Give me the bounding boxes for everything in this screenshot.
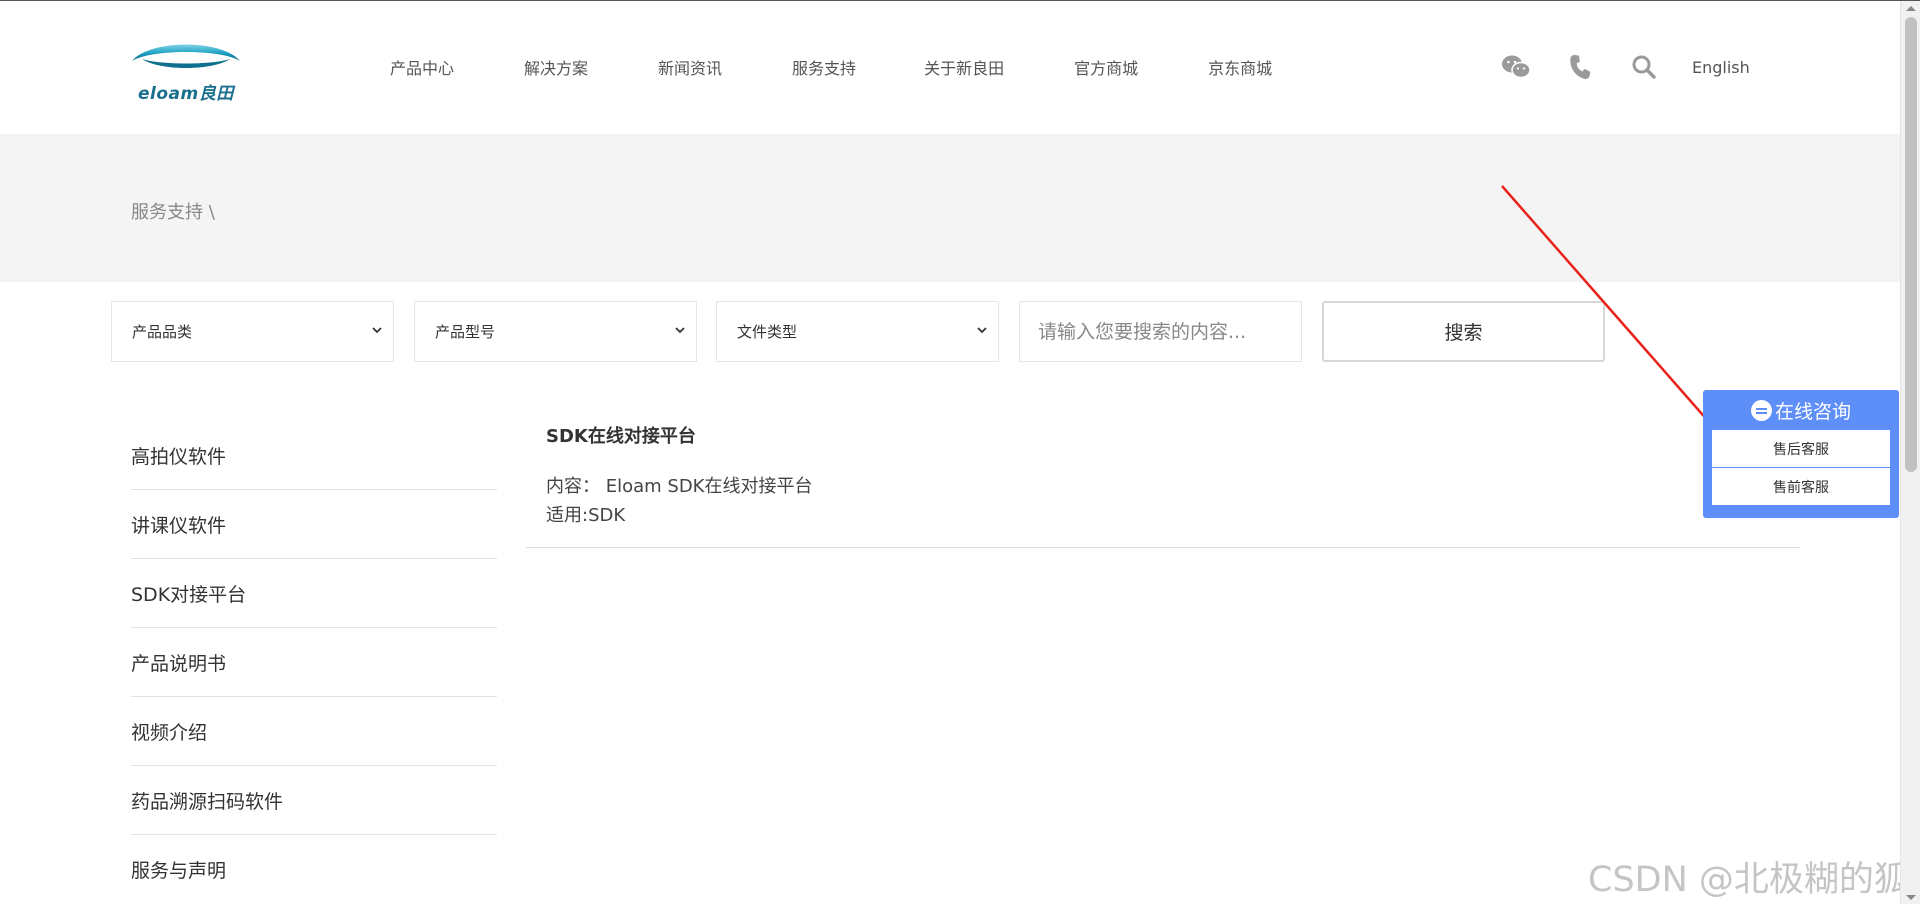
result-title[interactable]: SDK在线对接平台 — [546, 422, 1780, 448]
chevron-down-icon — [977, 327, 987, 334]
logo-mark-icon — [132, 44, 240, 68]
nav-support[interactable]: 服务支持 — [792, 55, 856, 79]
file-type-select-value: 文件类型 — [737, 323, 798, 341]
consult-title: 在线咨询 — [1774, 400, 1851, 423]
nav-about[interactable]: 关于新良田 — [924, 55, 1004, 79]
page-banner: 服务支持 \ — [0, 134, 1900, 282]
sidebar-item-scanner-software[interactable]: 高拍仪软件 — [131, 421, 497, 490]
sidebar-item-drug-trace-software[interactable]: 药品溯源扫码软件 — [131, 766, 497, 835]
result-applies: 适用:SDK — [546, 505, 626, 526]
nav-official-store[interactable]: 官方商城 — [1074, 55, 1138, 79]
category-select[interactable]: 产品品类 — [111, 301, 394, 362]
logo-text: eloam良田 — [138, 84, 234, 104]
header-tools: English — [1500, 53, 1750, 81]
sidebar-item-manuals[interactable]: 产品说明书 — [131, 628, 497, 697]
scroll-thumb[interactable] — [1905, 17, 1917, 472]
search-button[interactable]: 搜索 — [1322, 301, 1605, 362]
main-nav: 产品中心 解决方案 新闻资讯 服务支持 关于新良田 官方商城 京东商城 — [390, 55, 1342, 79]
search-icon[interactable] — [1628, 53, 1660, 81]
logo[interactable]: eloam良田 — [130, 37, 242, 104]
nav-products[interactable]: 产品中心 — [390, 55, 454, 79]
after-sales-service-button[interactable]: 售后客服 — [1712, 430, 1890, 468]
file-type-select[interactable]: 文件类型 — [716, 301, 999, 362]
breadcrumb[interactable]: 服务支持 \ — [131, 198, 215, 224]
page: eloam良田 产品中心 解决方案 新闻资讯 服务支持 关于新良田 官方商城 京… — [0, 0, 1920, 904]
sidebar-item-sdk-platform[interactable]: SDK对接平台 — [131, 559, 497, 628]
sidebar-item-service-statement[interactable]: 服务与声明 — [131, 835, 497, 904]
pre-sales-service-button[interactable]: 售前客服 — [1712, 468, 1890, 506]
site-header: eloam良田 产品中心 解决方案 新闻资讯 服务支持 关于新良田 官方商城 京… — [0, 1, 1900, 134]
model-select[interactable]: 产品型号 — [414, 301, 697, 362]
online-consult-panel: 在线咨询 售后客服 售前客服 — [1703, 390, 1899, 518]
result-item: SDK在线对接平台 内容： Eloam SDK在线对接平台 适用:SDK — [526, 401, 1800, 548]
chevron-down-icon — [675, 327, 685, 334]
phone-icon[interactable] — [1564, 53, 1596, 81]
scroll-down-icon[interactable] — [1906, 895, 1916, 900]
nav-solutions[interactable]: 解决方案 — [524, 55, 588, 79]
result-content: 内容： Eloam SDK在线对接平台 — [546, 476, 813, 497]
category-select-value: 产品品类 — [132, 323, 193, 341]
chevron-down-icon — [372, 327, 382, 334]
watermark: CSDN @北极糊的狐 — [1588, 860, 1909, 900]
consult-header[interactable]: 在线咨询 — [1712, 390, 1890, 430]
nav-jd-store[interactable]: 京东商城 — [1208, 55, 1272, 79]
language-switch[interactable]: English — [1692, 58, 1750, 77]
wechat-icon[interactable] — [1500, 53, 1532, 81]
sidebar-item-lecture-software[interactable]: 讲课仪软件 — [131, 490, 497, 559]
sidebar-item-videos[interactable]: 视频介绍 — [131, 697, 497, 766]
chat-bubble-icon — [1750, 399, 1772, 421]
nav-news[interactable]: 新闻资讯 — [658, 55, 722, 79]
page-scrollbar[interactable] — [1900, 1, 1920, 904]
scroll-up-icon[interactable] — [1906, 6, 1916, 11]
model-select-value: 产品型号 — [435, 323, 496, 341]
search-input[interactable] — [1019, 301, 1302, 362]
support-sidebar: 高拍仪软件 讲课仪软件 SDK对接平台 产品说明书 视频介绍 药品溯源扫码软件 … — [131, 421, 497, 904]
